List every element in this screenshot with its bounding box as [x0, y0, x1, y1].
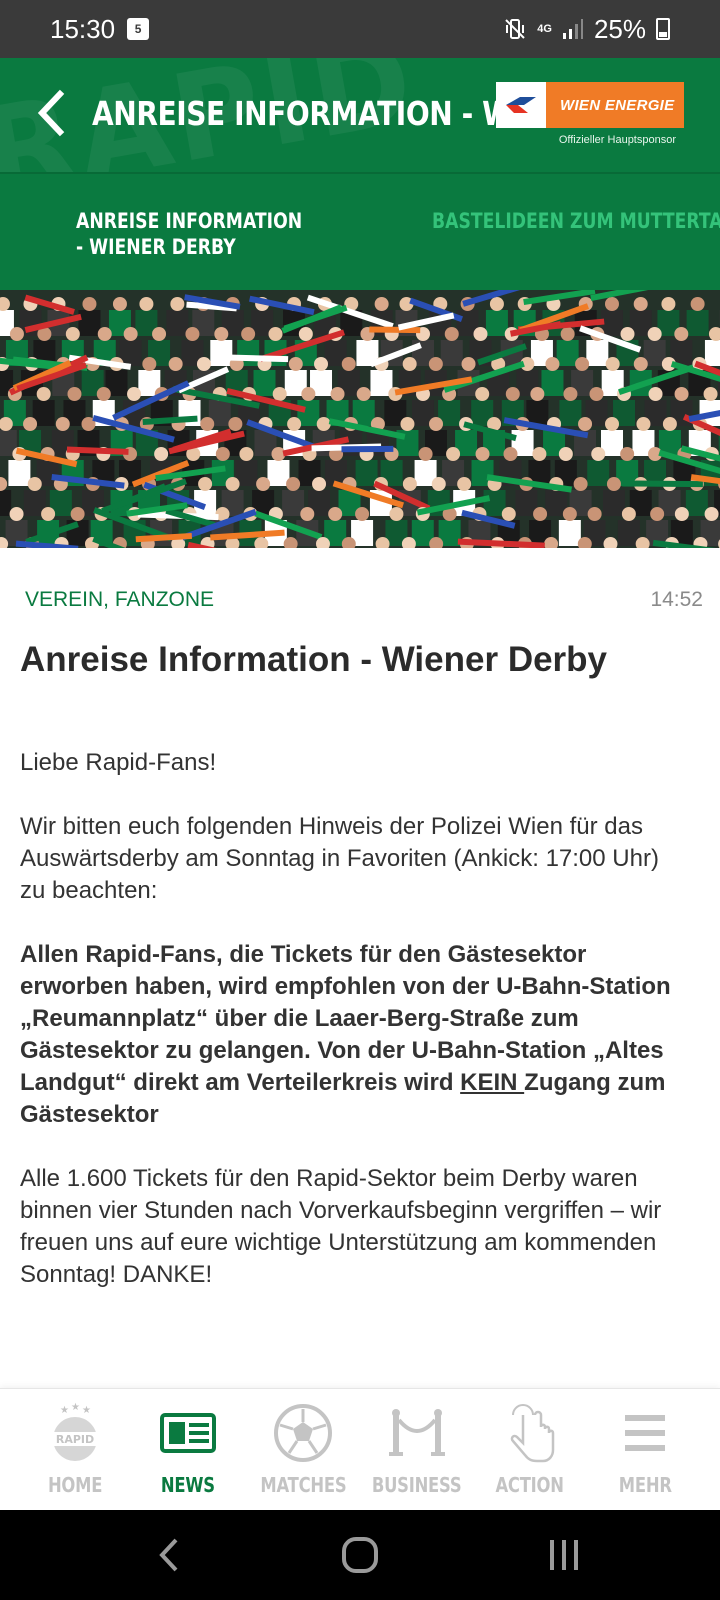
tab-anreise-information[interactable]: ANREISE INFORMATION - WIENER DERBY — [76, 208, 314, 260]
article-greeting: Liebe Rapid-Fans! — [20, 749, 217, 776]
article-intro: Wir bitten euch folgenden Hinweis der Po… — [20, 813, 659, 904]
crowd-illustration — [0, 290, 720, 548]
svg-text:★: ★ — [60, 1405, 69, 1416]
tap-hand-icon — [500, 1401, 560, 1465]
status-bar: 15:30 5 4G 25% — [0, 0, 720, 58]
nav-business-label: BUSINESS — [372, 1473, 462, 1497]
system-recents-icon[interactable] — [534, 1532, 594, 1578]
tab-bastelideen[interactable]: BASTELIDEEN ZUM MUTTERTAG — [432, 208, 720, 234]
nav-mehr[interactable]: MEHR — [585, 1401, 705, 1497]
sponsor-logo: WIEN ENERGIE — [496, 82, 684, 128]
nav-matches[interactable]: MATCHES — [243, 1401, 363, 1497]
article-notice: Allen Rapid-Fans, die Tickets für den Gä… — [20, 939, 690, 1131]
system-home-icon[interactable] — [330, 1532, 390, 1578]
nav-action[interactable]: ACTION — [470, 1401, 590, 1497]
nav-home-label: HOME — [47, 1473, 103, 1497]
app-header: RAPID ANREISE INFORMATION - WI… WIEN ENE… — [0, 58, 720, 172]
battery-icon — [656, 18, 670, 40]
calendar-icon: 5 — [127, 18, 150, 40]
nav-news[interactable]: NEWS — [128, 1401, 248, 1497]
nav-home[interactable]: ★ ★ ★ RAPID HOME — [15, 1401, 135, 1497]
nav-action-label: ACTION — [495, 1473, 565, 1497]
article-closing: Alle 1.600 Tickets für den Rapid-Sektor … — [20, 1165, 662, 1288]
article-category[interactable]: VEREIN, FANZONE — [25, 588, 214, 612]
rope-barrier-icon — [387, 1401, 447, 1465]
sponsor-name: WIEN ENERGIE — [560, 96, 675, 114]
article-time: 14:52 — [650, 588, 703, 611]
article-meta: VEREIN, FANZONE 14:52 — [25, 588, 703, 612]
bottom-navigation: ★ ★ ★ RAPID HOME NEWS MATCHES BUSINESS ACTI… — [0, 1388, 720, 1510]
menu-icon — [615, 1401, 675, 1465]
notice-emphasis: KEIN — [460, 1069, 525, 1096]
system-navigation-bar — [0, 1510, 720, 1600]
wien-energie-logo-icon — [496, 82, 546, 128]
nav-news-label: NEWS — [161, 1473, 215, 1497]
vibrate-icon — [505, 19, 525, 39]
back-arrow-icon[interactable] — [32, 88, 72, 138]
article-tabs: ANREISE INFORMATION - WIENER DERBY BASTE… — [0, 172, 720, 290]
rapid-crest-icon: ★ ★ ★ RAPID — [45, 1401, 105, 1465]
hero-image-fans — [0, 290, 720, 548]
signal-icon — [562, 19, 583, 39]
nav-business[interactable]: BUSINESS — [357, 1401, 477, 1497]
status-time: 15:30 — [50, 13, 116, 44]
nav-mehr-label: MEHR — [618, 1473, 672, 1497]
system-back-icon[interactable] — [140, 1532, 200, 1578]
svg-text:★: ★ — [71, 1402, 80, 1413]
article-body: Liebe Rapid-Fans! Wir bitten euch folgen… — [20, 747, 690, 1323]
newspaper-icon — [158, 1401, 218, 1465]
soccer-ball-icon — [273, 1401, 333, 1465]
article-title: Anreise Information - Wiener Derby — [20, 640, 608, 679]
nav-matches-label: MATCHES — [259, 1473, 346, 1497]
battery-percent: 25% — [593, 13, 646, 44]
sponsor-banner[interactable]: WIEN ENERGIE Offizieller Hauptsponsor — [496, 82, 684, 146]
sponsor-caption: Offizieller Hauptsponsor — [558, 134, 676, 146]
page-title: ANREISE INFORMATION - WI… — [92, 94, 551, 133]
svg-text:★: ★ — [82, 1405, 91, 1416]
network-label: 4G — [537, 22, 552, 35]
calendar-day: 5 — [134, 22, 142, 36]
svg-text:RAPID: RAPID — [56, 1433, 94, 1446]
